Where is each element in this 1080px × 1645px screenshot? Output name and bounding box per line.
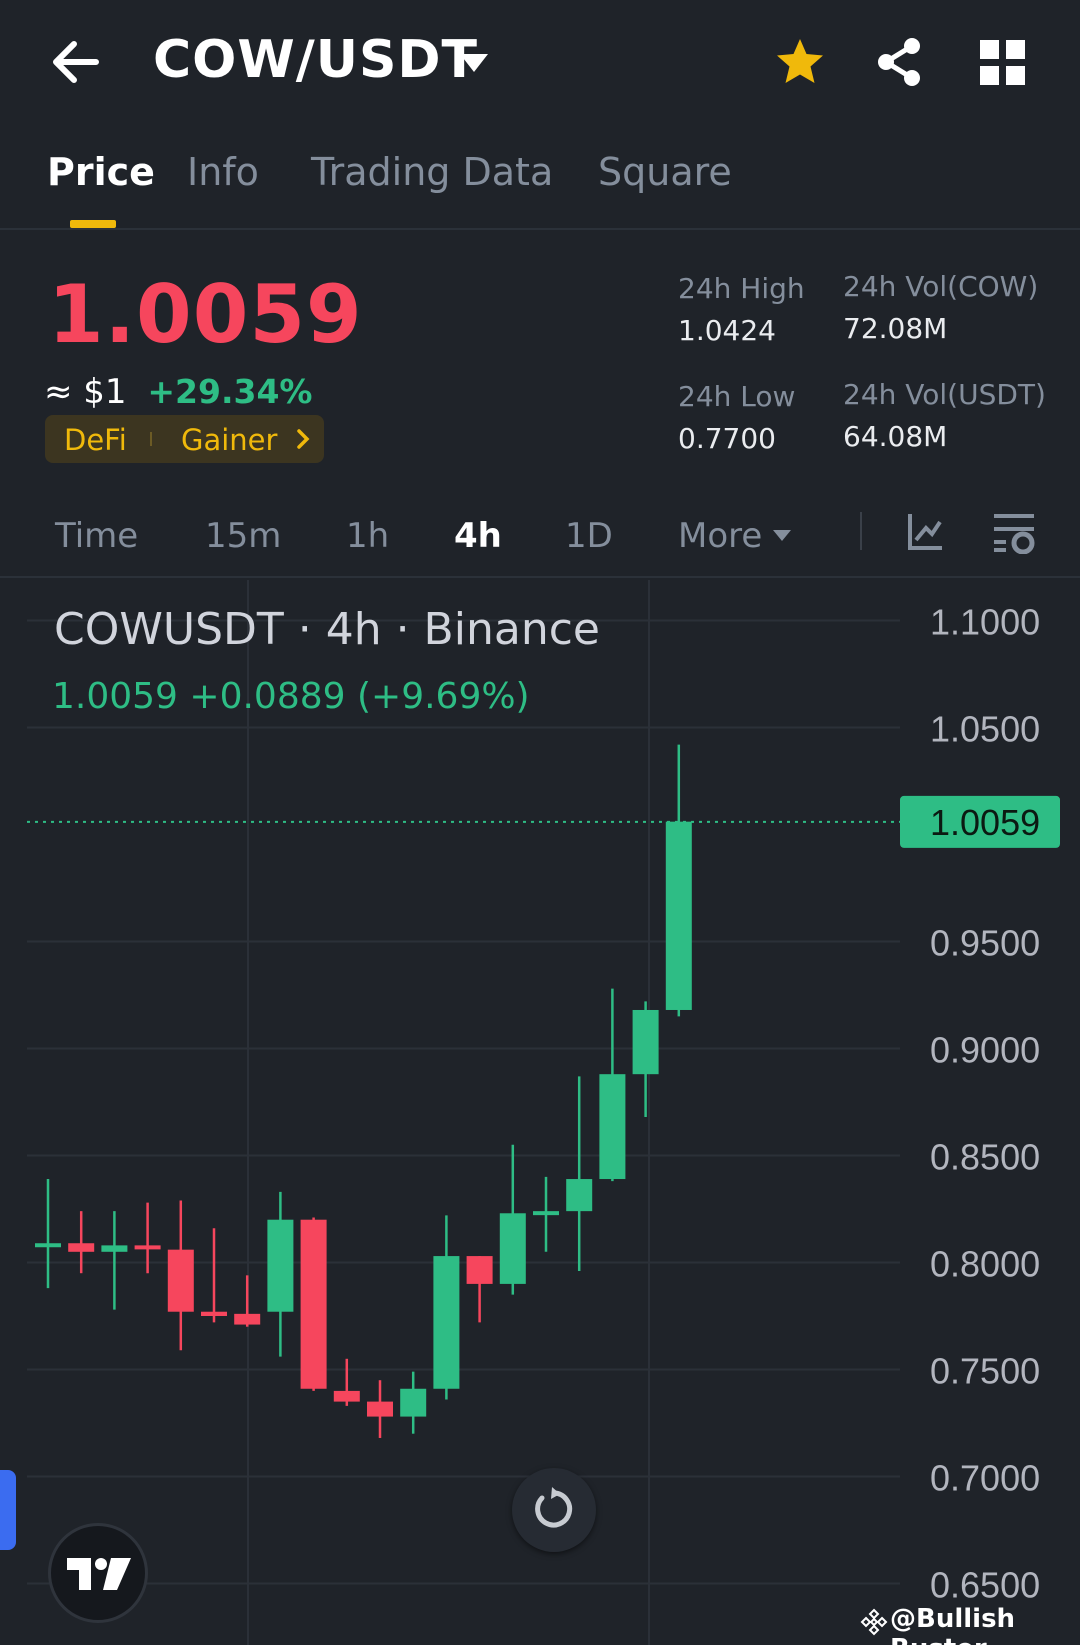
high-value: 1.0424 [678,314,776,347]
chart-ohlc: 1.0059 +0.0889 (+9.69%) [52,676,530,717]
last-price-tag-label: 1.0059 [930,802,1040,843]
candle-body [267,1219,294,1312]
chart-settings-icon[interactable] [992,512,1036,554]
active-tab-indicator [70,220,116,228]
interval-1h[interactable]: 1h [346,516,389,556]
divider [860,512,862,550]
candle-body [566,1179,593,1212]
y-tick-label: 0.9500 [930,923,1040,964]
candle-body [134,1245,161,1250]
fiat-line: ≈ $1 +29.34% [44,372,312,412]
side-panel-handle[interactable] [0,1470,16,1550]
interval-1d[interactable]: 1D [565,516,613,556]
candle-body [167,1249,194,1312]
candle-body [68,1243,95,1252]
candle-body [599,1074,626,1180]
interval-bar: Time 15m 1h 4h 1D More [0,500,1080,578]
back-arrow-icon[interactable] [48,38,104,86]
last-price: 1.0059 [48,268,363,361]
interval-4h[interactable]: 4h [454,516,502,556]
candle-body [234,1313,261,1325]
y-tick-label: 0.8000 [930,1244,1040,1285]
candle-body [300,1219,327,1389]
candle-body [433,1256,460,1389]
candle-body [101,1245,128,1252]
candle-body [400,1388,427,1417]
candle-body [533,1211,559,1216]
y-tick-label: 1.0500 [930,709,1040,750]
tab-bar: Price Info Trading Data Square [0,140,1080,230]
y-tick-label: 0.9000 [930,1030,1040,1071]
reset-icon [535,1487,573,1528]
candle-body [367,1401,393,1417]
tag-pill[interactable]: DeFi Gainer [45,415,324,463]
y-tick-label: 0.8500 [930,1137,1040,1178]
change-24h: +29.34% [147,372,313,411]
fiat-price: ≈ $1 [44,372,127,412]
tradingview-icon [67,1558,131,1590]
y-tick-label: 0.7500 [930,1351,1040,1392]
vol-quote-label: 24h Vol(USDT) [843,378,1046,411]
candle-body [632,1009,659,1075]
vol-base-value: 72.08M [843,312,948,345]
tab-trading-data[interactable]: Trading Data [311,150,553,194]
tag-defi[interactable]: DeFi [64,423,127,457]
caret-down-icon[interactable] [458,50,490,76]
tradingview-logo[interactable] [48,1523,148,1623]
grid-icon[interactable] [980,40,1026,86]
low-label: 24h Low [678,380,796,413]
candle-body [333,1390,360,1402]
chart-title: COWUSDT · 4h · Binance [54,604,600,655]
star-icon[interactable] [774,36,826,88]
share-icon[interactable] [874,36,924,88]
caret-down-icon[interactable] [772,528,792,542]
interval-more[interactable]: More [678,516,762,556]
watermark-text: @Bullish Buster [890,1604,1016,1645]
pair-title[interactable]: COW/USDT [153,30,478,90]
y-tick-label: 0.6500 [930,1565,1040,1606]
interval-15m[interactable]: 15m [205,516,281,556]
interval-time[interactable]: Time [55,516,138,556]
reset-chart-button[interactable] [512,1468,596,1552]
tag-separator [150,432,152,446]
high-label: 24h High [678,272,805,305]
candle-body [665,821,692,1010]
y-tick-label: 0.7000 [930,1458,1040,1499]
chevron-right-icon [297,429,310,449]
candle-body [466,1256,493,1284]
binance-logo-icon [860,1608,888,1636]
top-bar: COW/USDT [0,0,1080,128]
vol-quote-value: 64.08M [843,420,948,453]
vol-base-label: 24h Vol(COW) [843,270,1039,303]
candle-body [35,1243,61,1248]
low-value: 0.7700 [678,422,776,455]
indicator-icon[interactable] [906,512,944,552]
tab-price[interactable]: Price [47,150,155,194]
y-tick-label: 1.1000 [930,602,1040,643]
tag-gainer[interactable]: Gainer [181,423,277,457]
tab-square[interactable]: Square [598,150,732,194]
candle-body [499,1213,526,1284]
candle-body [201,1311,227,1316]
tab-info[interactable]: Info [187,150,259,194]
